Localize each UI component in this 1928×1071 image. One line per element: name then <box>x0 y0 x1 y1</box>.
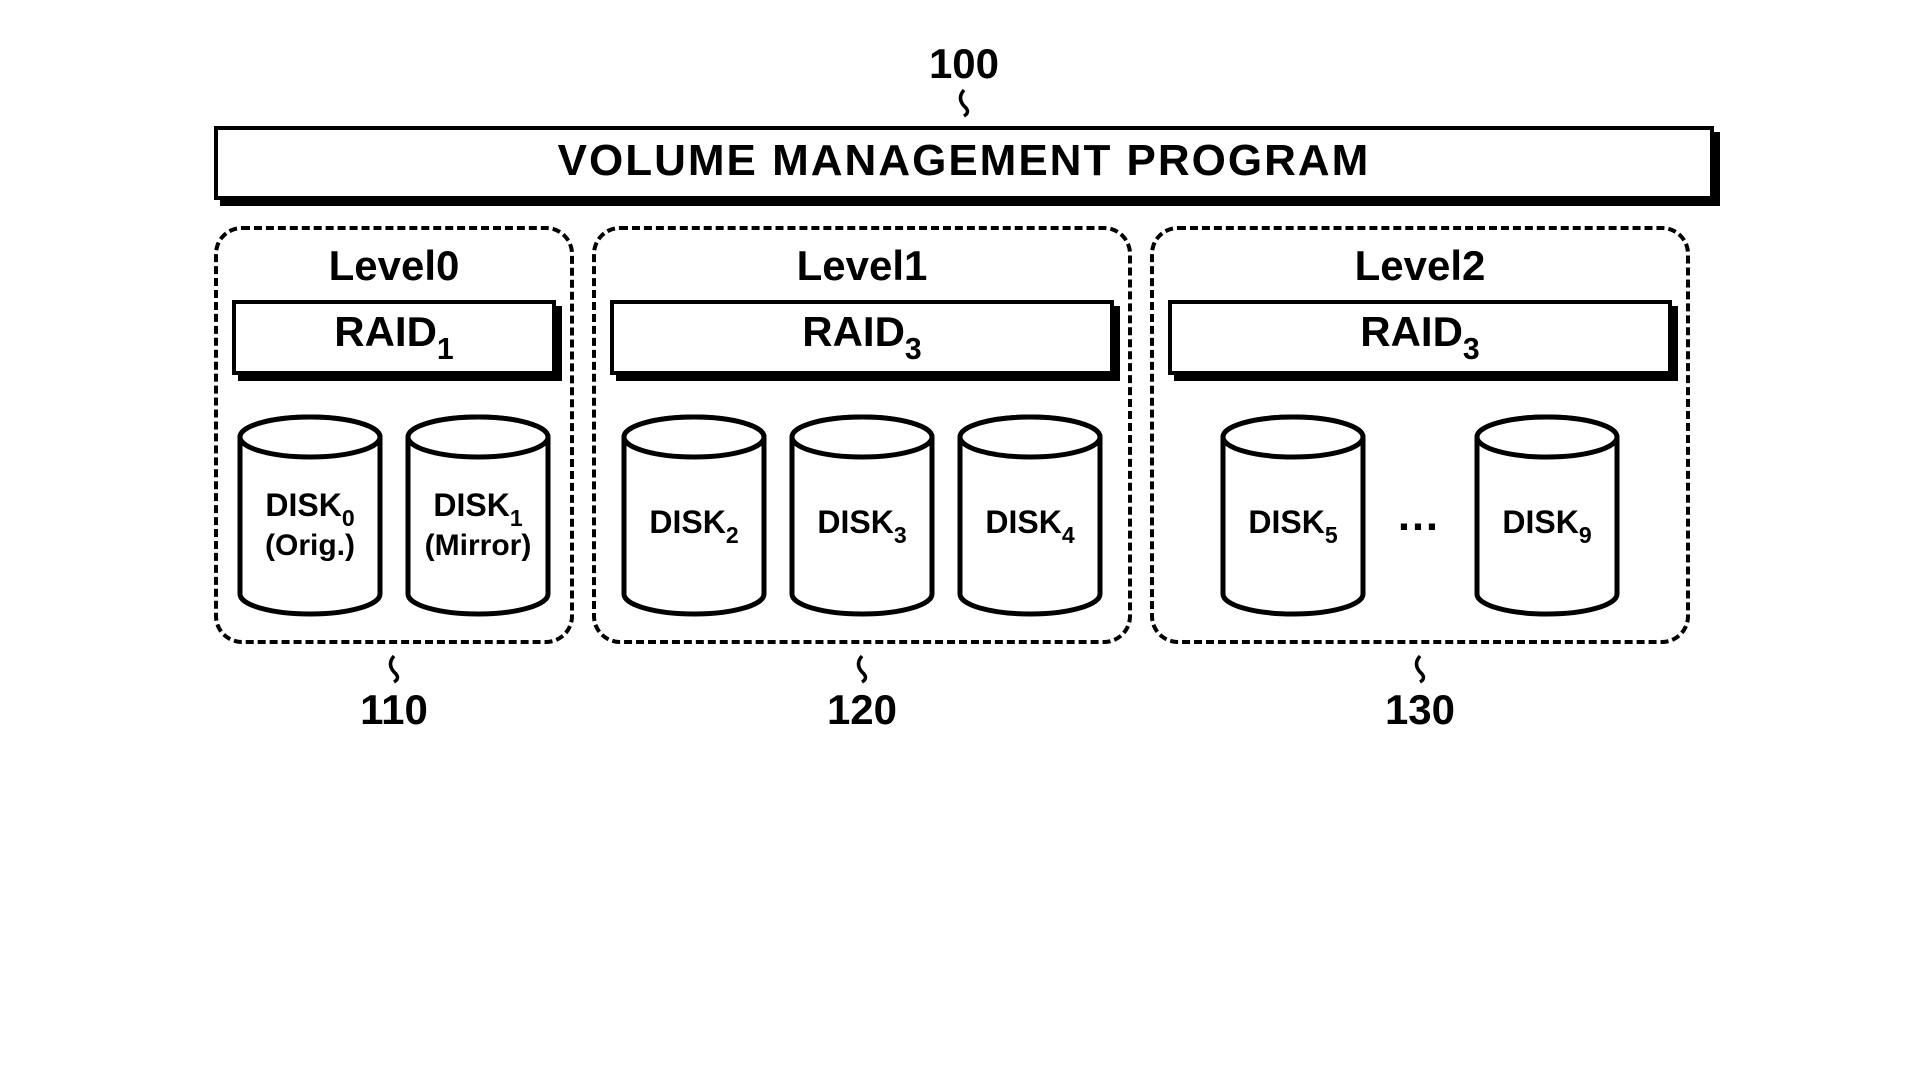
disk-4-sub: 4 <box>1062 522 1075 548</box>
ref-110-label: 110 <box>360 686 428 733</box>
ref-130: 130 <box>1150 654 1690 734</box>
disk-5-label: DISK5 <box>1248 486 1337 546</box>
bottom-refs: 110 120 130 <box>214 654 1714 734</box>
ref-110-tick <box>379 654 409 684</box>
level2-raid-box: RAID3 <box>1168 300 1672 375</box>
disk-1-sub: 1 <box>510 505 523 531</box>
ref-100-label: 100 <box>929 40 999 87</box>
disk-1: DISK1 (Mirror) <box>403 413 553 618</box>
level2-raid-prefix: RAID <box>1360 308 1463 355</box>
disk-1-label: DISK1 (Mirror) <box>425 469 532 563</box>
disk-9-prefix: DISK <box>1502 504 1578 540</box>
disk-5: DISK5 <box>1218 413 1368 618</box>
disk-5-prefix: DISK <box>1248 504 1324 540</box>
ref-130-tick <box>1405 654 1435 684</box>
ref-110: 110 <box>214 654 574 734</box>
disk-2: DISK2 <box>619 413 769 618</box>
level1-raid-prefix: RAID <box>802 308 905 355</box>
disk-0-subtext: (Orig.) <box>265 529 355 564</box>
disk-2-sub: 2 <box>726 522 739 548</box>
disk-2-prefix: DISK <box>649 504 725 540</box>
level1-raid-sub: 3 <box>905 333 922 366</box>
vmp-title: VOLUME MANAGEMENT PROGRAM <box>558 136 1371 185</box>
diagram-root: 100 VOLUME MANAGEMENT PROGRAM Level0 RAI… <box>214 40 1714 734</box>
ref-100: 100 <box>214 40 1714 118</box>
level1-disks-row: DISK2 DISK3 <box>619 413 1105 618</box>
ref-120-label: 120 <box>827 686 897 733</box>
level2-disks-row: DISK5 … DISK9 <box>1218 413 1622 618</box>
ref-120-tick <box>847 654 877 684</box>
disk-9-label: DISK9 <box>1502 486 1591 546</box>
level0-disks-row: DISK0 (Orig.) DISK1 (Mirror) <box>235 413 553 618</box>
disk-0: DISK0 (Orig.) <box>235 413 385 618</box>
disk-3-label: DISK3 <box>817 486 906 546</box>
disk-4: DISK4 <box>955 413 1105 618</box>
disk-3-prefix: DISK <box>817 504 893 540</box>
disk-2-label: DISK2 <box>649 486 738 546</box>
level2-raid-sub: 3 <box>1463 333 1480 366</box>
ref-100-tick <box>949 88 979 118</box>
disk-1-subtext: (Mirror) <box>425 529 532 564</box>
ref-120: 120 <box>592 654 1132 734</box>
disk-0-prefix: DISK <box>265 487 341 523</box>
disk-9-sub: 9 <box>1579 522 1592 548</box>
disk-0-label: DISK0 (Orig.) <box>265 469 355 563</box>
level0-raid-sub: 1 <box>437 333 454 366</box>
levels-row: Level0 RAID1 DISK0 (Orig.) <box>214 226 1714 644</box>
disk-9: DISK9 <box>1472 413 1622 618</box>
level1-title: Level1 <box>797 242 928 290</box>
level2-ellipsis: … <box>1386 491 1454 541</box>
disk-4-prefix: DISK <box>985 504 1061 540</box>
level0-title: Level0 <box>329 242 460 290</box>
level0-group: Level0 RAID1 DISK0 (Orig.) <box>214 226 574 644</box>
level0-raid-prefix: RAID <box>334 308 437 355</box>
ref-130-label: 130 <box>1385 686 1455 733</box>
level1-raid-box: RAID3 <box>610 300 1114 375</box>
level2-title: Level2 <box>1355 242 1486 290</box>
disk-3: DISK3 <box>787 413 937 618</box>
vmp-box: VOLUME MANAGEMENT PROGRAM <box>214 126 1714 200</box>
disk-5-sub: 5 <box>1325 522 1338 548</box>
level2-group: Level2 RAID3 DISK5 … <box>1150 226 1690 644</box>
disk-4-label: DISK4 <box>985 486 1074 546</box>
disk-1-prefix: DISK <box>433 487 509 523</box>
level0-raid-box: RAID1 <box>232 300 556 375</box>
level1-group: Level1 RAID3 DISK2 <box>592 226 1132 644</box>
disk-0-sub: 0 <box>342 505 355 531</box>
disk-3-sub: 3 <box>894 522 907 548</box>
